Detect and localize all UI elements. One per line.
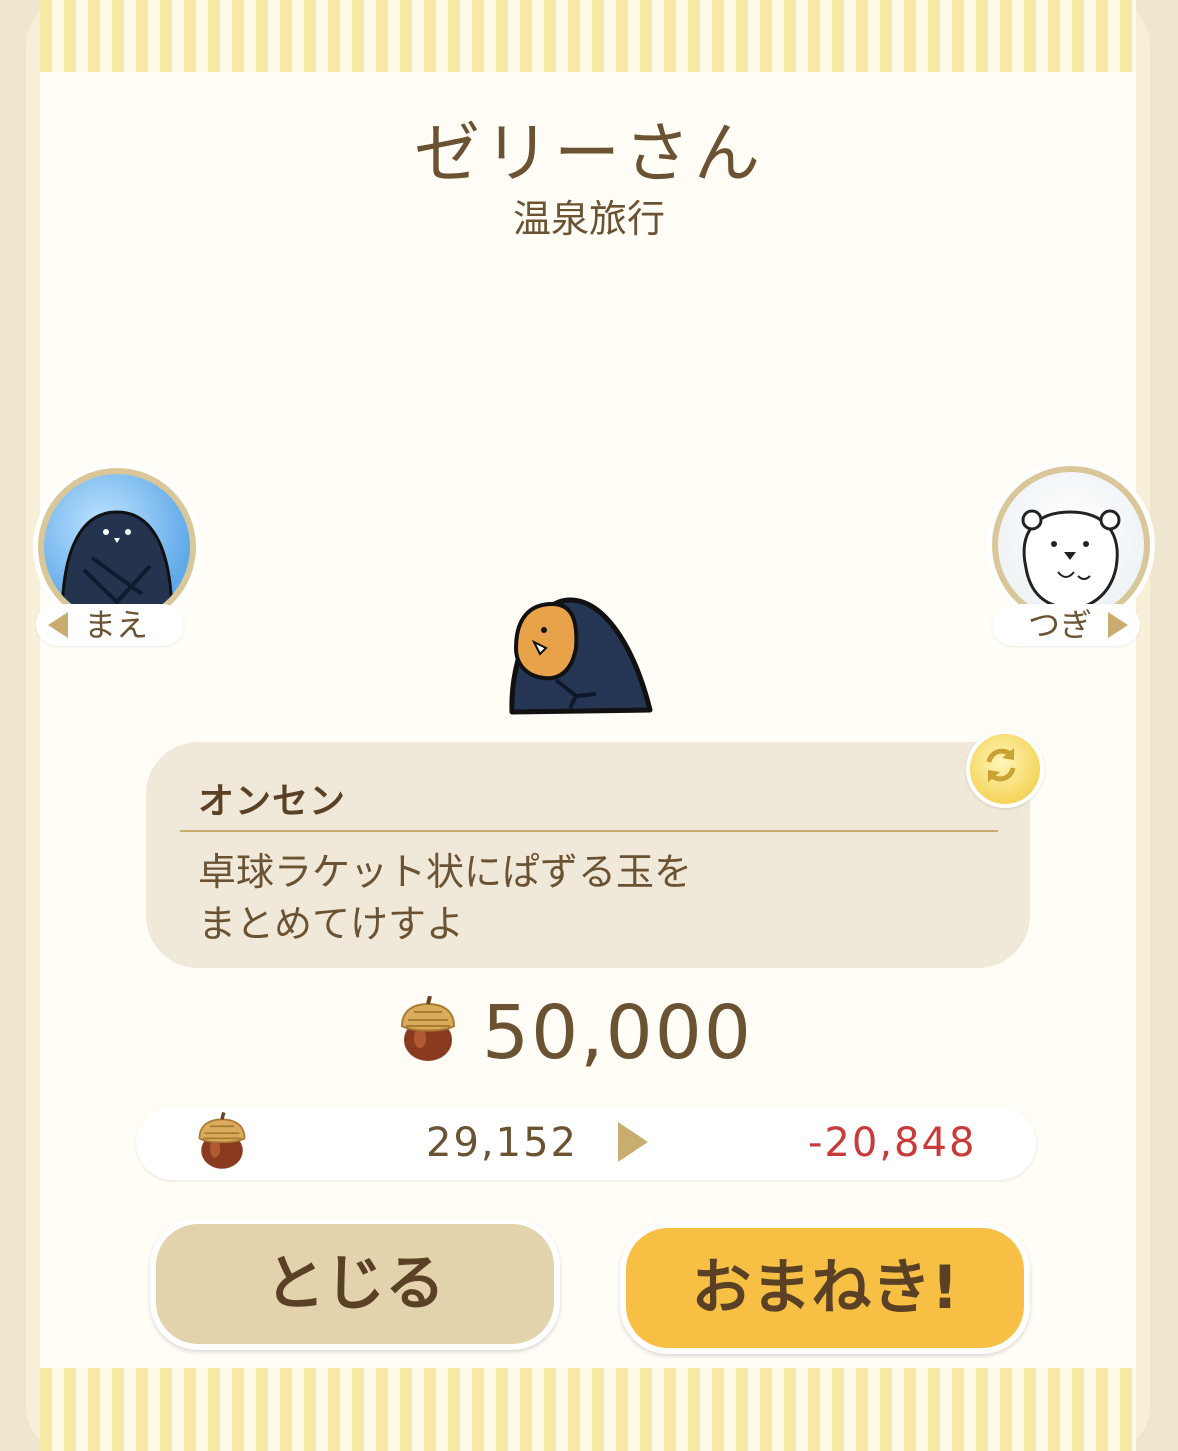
price-row: 50,000 bbox=[0, 990, 1178, 1080]
balance-after-purchase: -20,848 bbox=[808, 1120, 977, 1166]
character-sprite bbox=[506, 596, 654, 716]
balance-bar: 29,152 -20,848 bbox=[136, 1106, 1036, 1180]
penguin-yukata-icon bbox=[60, 510, 174, 620]
prev-button[interactable]: まえ bbox=[36, 604, 184, 646]
card-description: 卓球ラケット状にぱずる玉を まとめてけすよ bbox=[198, 846, 958, 950]
onsen-character-icon bbox=[509, 597, 653, 715]
costume-subtitle: 温泉旅行 bbox=[512, 197, 665, 241]
refresh-button[interactable] bbox=[966, 730, 1044, 808]
prev-label: まえ bbox=[84, 606, 149, 644]
triangle-right-icon bbox=[1108, 612, 1128, 638]
acorn-icon bbox=[198, 1112, 246, 1169]
card-title: オンセン bbox=[198, 781, 347, 822]
prev-character-avatar[interactable] bbox=[38, 468, 196, 626]
current-balance: 29,152 bbox=[426, 1120, 578, 1166]
next-character-avatar[interactable] bbox=[992, 466, 1150, 624]
character-name: ゼリーさん bbox=[414, 115, 764, 192]
triangle-left-icon bbox=[48, 612, 68, 638]
description-line-1: 卓球ラケット状にぱずる玉を bbox=[198, 850, 693, 894]
card-divider bbox=[180, 830, 998, 832]
description-line-2: まとめてけすよ bbox=[198, 902, 465, 946]
acorn-icon bbox=[400, 996, 456, 1061]
bottom-stripes bbox=[40, 1368, 1136, 1451]
arrow-right-icon bbox=[618, 1122, 648, 1162]
refresh-icon bbox=[986, 748, 1016, 782]
next-button[interactable]: つぎ bbox=[992, 604, 1140, 646]
close-button[interactable]: とじる bbox=[150, 1218, 560, 1350]
invite-button[interactable]: おまねき! bbox=[620, 1222, 1030, 1354]
item-info-card: オンセン 卓球ラケット状にぱずる玉を まとめてけすよ bbox=[146, 742, 1030, 968]
top-stripes bbox=[40, 0, 1136, 72]
price-value: 50,000 bbox=[482, 990, 753, 1076]
white-bear-icon bbox=[1021, 509, 1121, 610]
next-label: つぎ bbox=[1028, 606, 1093, 644]
